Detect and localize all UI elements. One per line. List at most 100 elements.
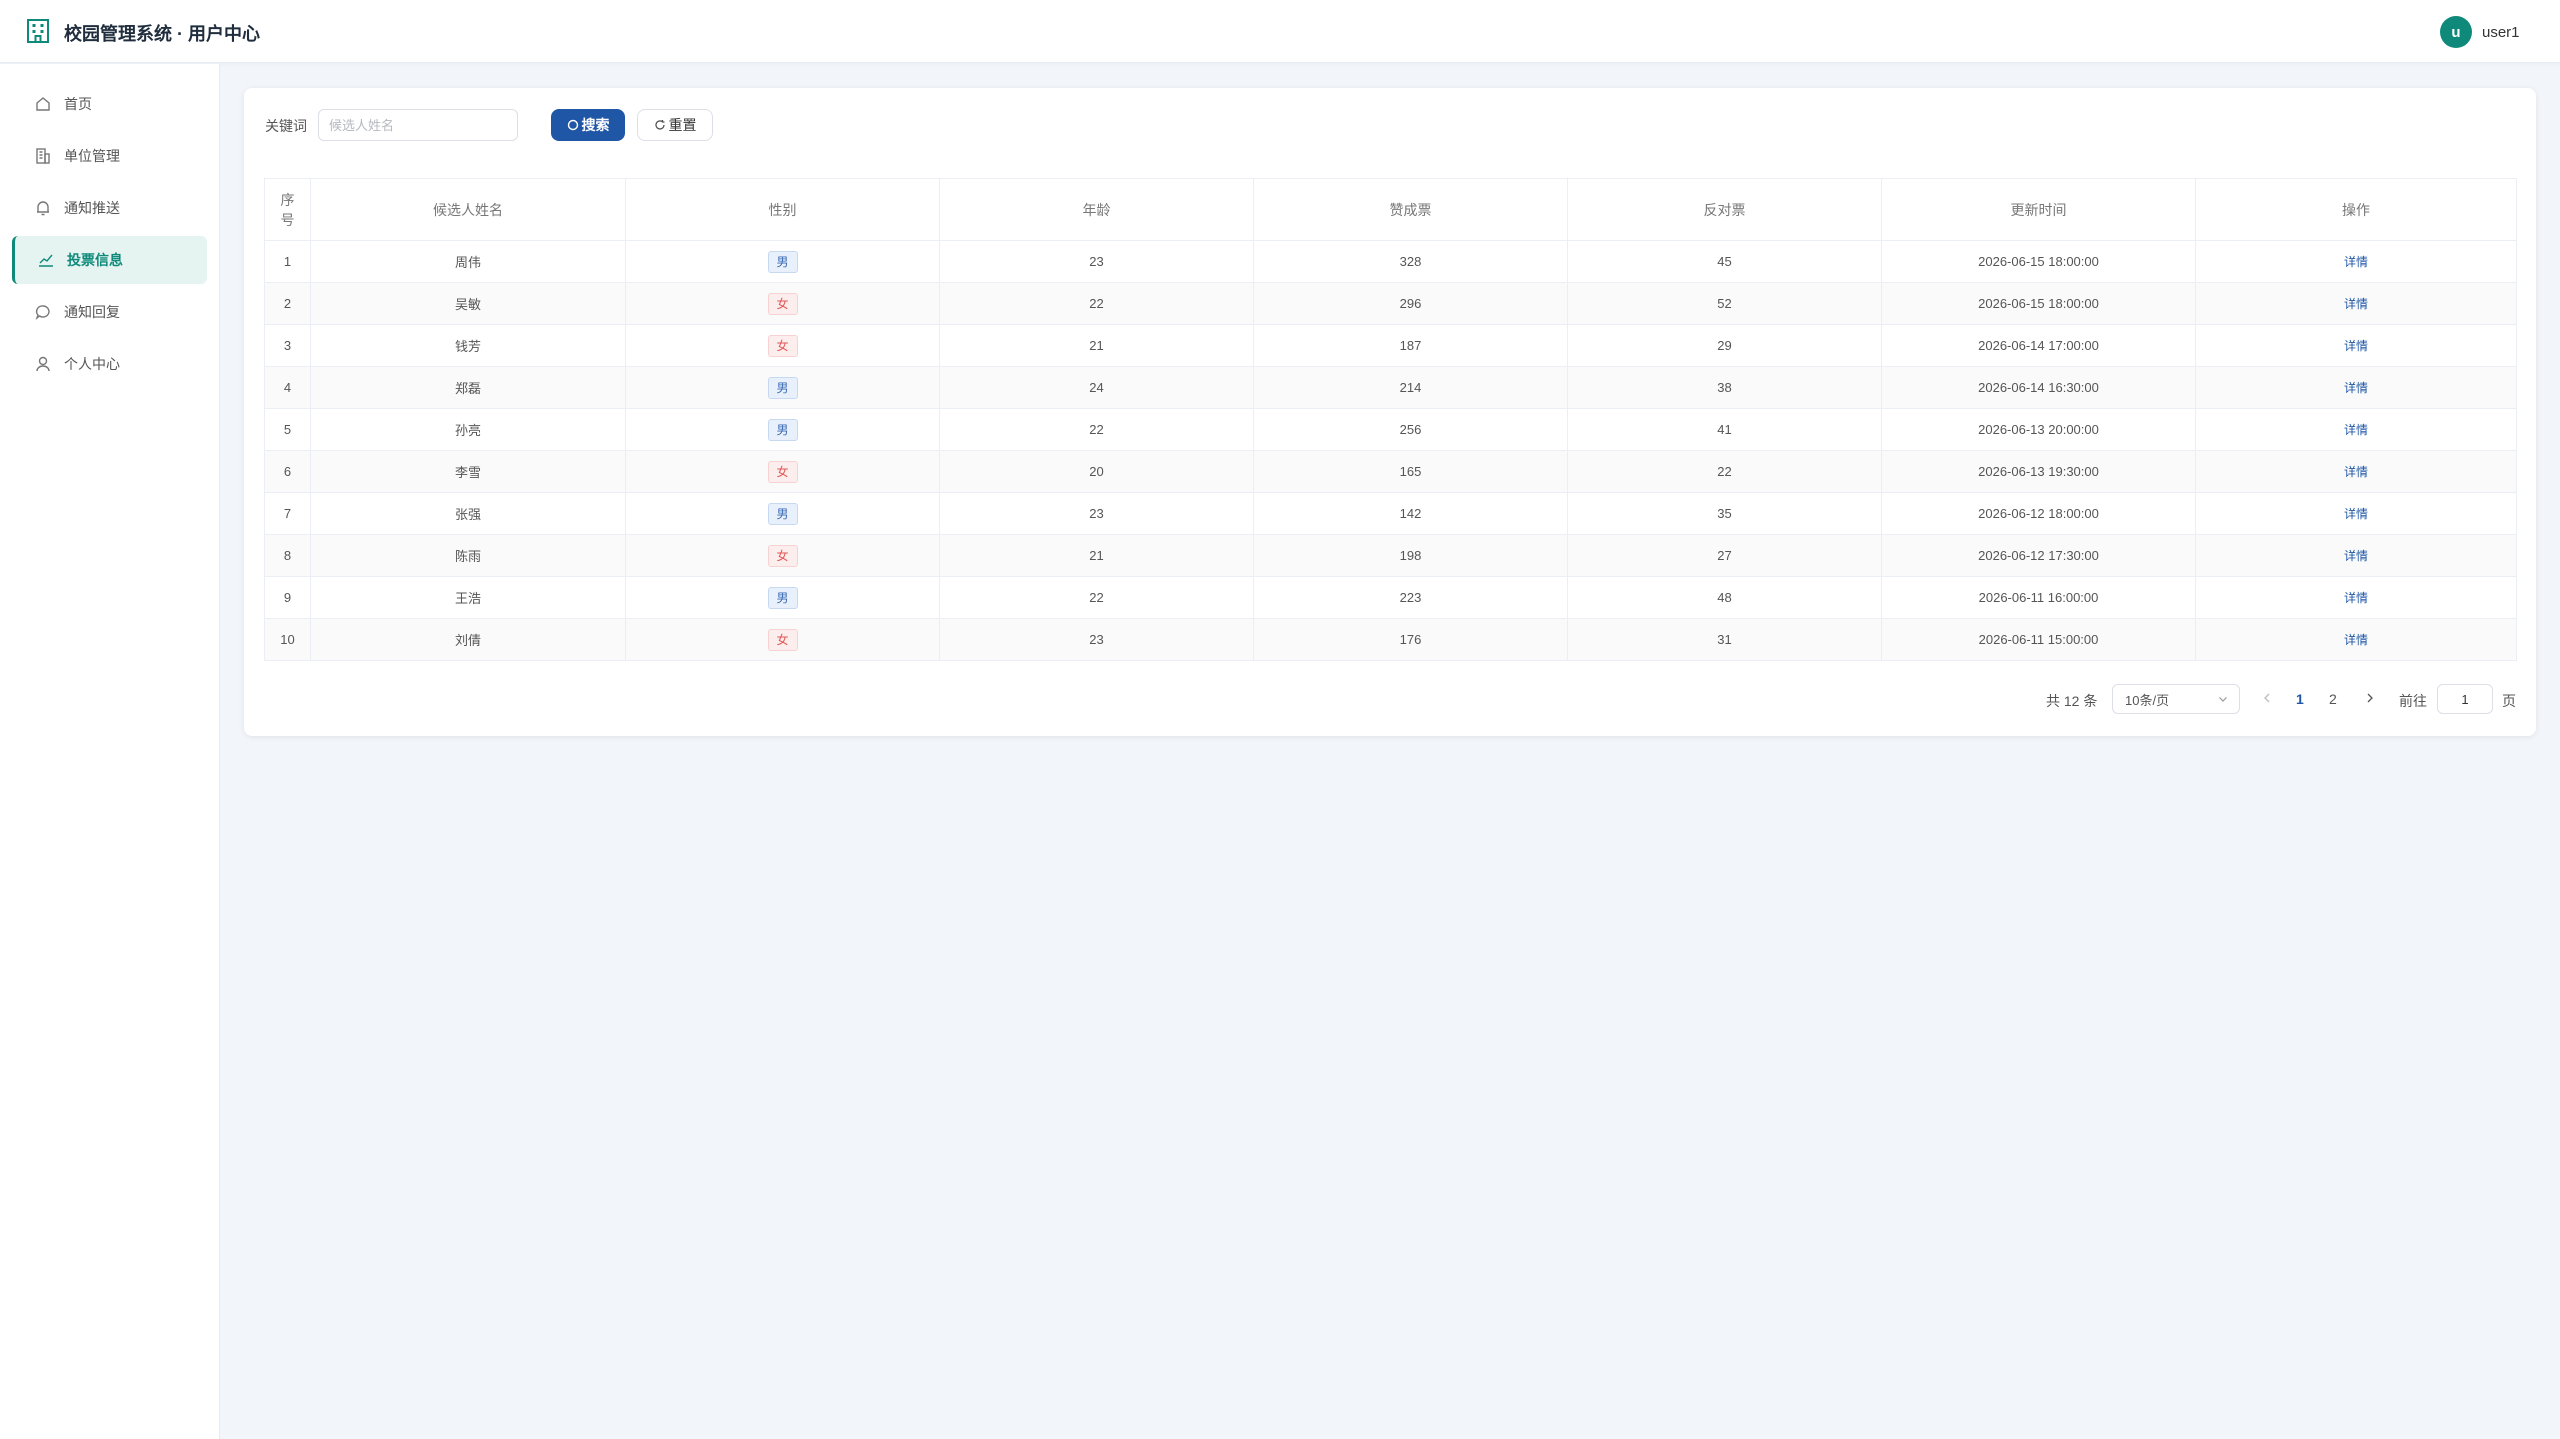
cell-updated-time: 2026-06-11 16:00:00	[1881, 576, 2196, 619]
table-header-row: 序号 候选人姓名 性别 年龄 赞成票 反对票 更新时间 操作	[264, 178, 2517, 241]
cell-yes-votes: 165	[1253, 450, 1568, 493]
previous-page-button[interactable]	[2262, 691, 2272, 707]
cell-candidate-name: 李雪	[310, 450, 626, 493]
cell-age: 22	[939, 408, 1254, 451]
cell-actions: 详情	[2196, 619, 2517, 661]
detail-link[interactable]: 详情	[2344, 465, 2368, 479]
sidebar-item-label: 通知回复	[64, 304, 120, 320]
cell-index: 7	[264, 492, 311, 535]
user-icon	[34, 355, 52, 373]
cell-candidate-name: 吴敏	[310, 282, 626, 325]
vote-chart-icon	[37, 251, 55, 269]
sidebar-item-personal-center[interactable]: 个人中心	[12, 340, 207, 388]
sidebar-item-label: 投票信息	[67, 252, 123, 268]
cell-candidate-name: 郑磊	[310, 366, 626, 409]
cell-no-votes: 27	[1567, 534, 1882, 577]
detail-link[interactable]: 详情	[2344, 633, 2368, 647]
detail-link[interactable]: 详情	[2344, 549, 2368, 563]
cell-updated-time: 2026-06-14 17:00:00	[1881, 324, 2196, 367]
user-avatar[interactable]: u	[2440, 16, 2472, 48]
table-row: 5 孙亮 男 22 256 41 2026-06-13 20:00:00 详情	[264, 408, 2517, 451]
sidebar-item-unit-management[interactable]: 单位管理	[12, 132, 207, 180]
goto-label: 前往	[2399, 693, 2427, 709]
cell-no-votes: 29	[1567, 324, 1882, 367]
sidebar-item-notification-reply[interactable]: 通知回复	[12, 288, 207, 336]
table-row: 10 刘倩 女 23 176 31 2026-06-11 15:00:00 详情	[264, 618, 2517, 661]
keyword-search-input[interactable]	[318, 109, 518, 141]
cell-yes-votes: 142	[1253, 492, 1568, 535]
cell-gender: 男	[625, 366, 940, 409]
cell-age: 23	[939, 618, 1254, 661]
cell-index: 1	[264, 240, 311, 283]
goto-page-input[interactable]	[2437, 684, 2493, 714]
cell-no-votes: 22	[1567, 450, 1882, 493]
gender-tag: 男	[767, 502, 798, 525]
cell-yes-votes: 198	[1253, 534, 1568, 577]
cell-actions: 详情	[2196, 241, 2517, 283]
detail-link[interactable]: 详情	[2344, 255, 2368, 269]
detail-link[interactable]: 详情	[2344, 339, 2368, 353]
gender-tag: 女	[767, 628, 798, 651]
cell-age: 23	[939, 492, 1254, 535]
cell-updated-time: 2026-06-12 18:00:00	[1881, 492, 2196, 535]
cell-age: 24	[939, 366, 1254, 409]
detail-link[interactable]: 详情	[2344, 507, 2368, 521]
sidebar-item-notification-push[interactable]: 通知推送	[12, 184, 207, 232]
next-page-button[interactable]	[2365, 691, 2375, 707]
cell-index: 5	[264, 408, 311, 451]
column-header-actions: 操作	[2342, 201, 2370, 218]
table-row: 3 钱芳 女 21 187 29 2026-06-14 17:00:00 详情	[264, 324, 2517, 367]
cell-candidate-name: 孙亮	[310, 408, 626, 451]
campus-building-icon	[27, 19, 49, 43]
search-icon	[567, 119, 578, 131]
cell-yes-votes: 296	[1253, 282, 1568, 325]
cell-updated-time: 2026-06-15 18:00:00	[1881, 240, 2196, 283]
cell-gender: 男	[625, 576, 940, 619]
table-row: 1 周伟 男 23 328 45 2026-06-15 18:00:00 详情	[264, 240, 2517, 283]
sidebar-item-home[interactable]: 首页	[12, 80, 207, 128]
reset-button-label: 重置	[668, 117, 697, 133]
detail-link[interactable]: 详情	[2344, 381, 2368, 395]
chevron-down-icon	[2219, 697, 2227, 702]
page-number-1[interactable]: 1	[2296, 691, 2304, 707]
search-button[interactable]: 搜索	[551, 109, 625, 141]
gender-tag: 女	[767, 544, 798, 567]
reset-button[interactable]: 重置	[637, 109, 713, 141]
detail-link[interactable]: 详情	[2344, 591, 2368, 605]
cell-actions: 详情	[2196, 409, 2517, 451]
cell-updated-time: 2026-06-11 15:00:00	[1881, 618, 2196, 661]
cell-gender: 女	[625, 324, 940, 367]
cell-yes-votes: 214	[1253, 366, 1568, 409]
cell-candidate-name: 张强	[310, 492, 626, 535]
cell-no-votes: 52	[1567, 282, 1882, 325]
page-number-2[interactable]: 2	[2329, 691, 2337, 707]
column-header-age: 年龄	[939, 178, 1254, 241]
chevron-right-icon	[2367, 693, 2373, 703]
cell-age: 22	[939, 282, 1254, 325]
cell-index: 9	[264, 576, 311, 619]
cell-index: 3	[264, 324, 311, 367]
gender-tag: 男	[767, 376, 798, 399]
cell-gender: 男	[625, 240, 940, 283]
sidebar-item-vote-info[interactable]: 投票信息	[12, 236, 207, 284]
column-header-yes-votes: 赞成票	[1253, 178, 1568, 241]
cell-no-votes: 35	[1567, 492, 1882, 535]
detail-link[interactable]: 详情	[2344, 423, 2368, 437]
cell-no-votes: 41	[1567, 408, 1882, 451]
cell-index: 2	[264, 282, 311, 325]
column-header-gender: 性别	[625, 178, 940, 241]
cell-index: 4	[264, 366, 311, 409]
cell-index: 6	[264, 450, 311, 493]
username[interactable]: user1	[2482, 24, 2520, 41]
cell-yes-votes: 176	[1253, 618, 1568, 661]
sidebar-item-label: 个人中心	[64, 356, 120, 372]
chevron-left-icon	[2264, 693, 2270, 703]
table-row: 4 郑磊 男 24 214 38 2026-06-14 16:30:00 详情	[264, 366, 2517, 409]
detail-link[interactable]: 详情	[2344, 297, 2368, 311]
candidates-table: 序号 候选人姓名 性别 年龄 赞成票 反对票 更新时间 操作 1 周伟男 23 328…	[264, 178, 2517, 661]
page-size-select[interactable]: 10条/页	[2112, 684, 2240, 714]
cell-candidate-name: 陈雨	[310, 534, 626, 577]
cell-updated-time: 2026-06-14 16:30:00	[1881, 366, 2196, 409]
cell-updated-time: 2026-06-13 20:00:00	[1881, 408, 2196, 451]
cell-no-votes: 38	[1567, 366, 1882, 409]
